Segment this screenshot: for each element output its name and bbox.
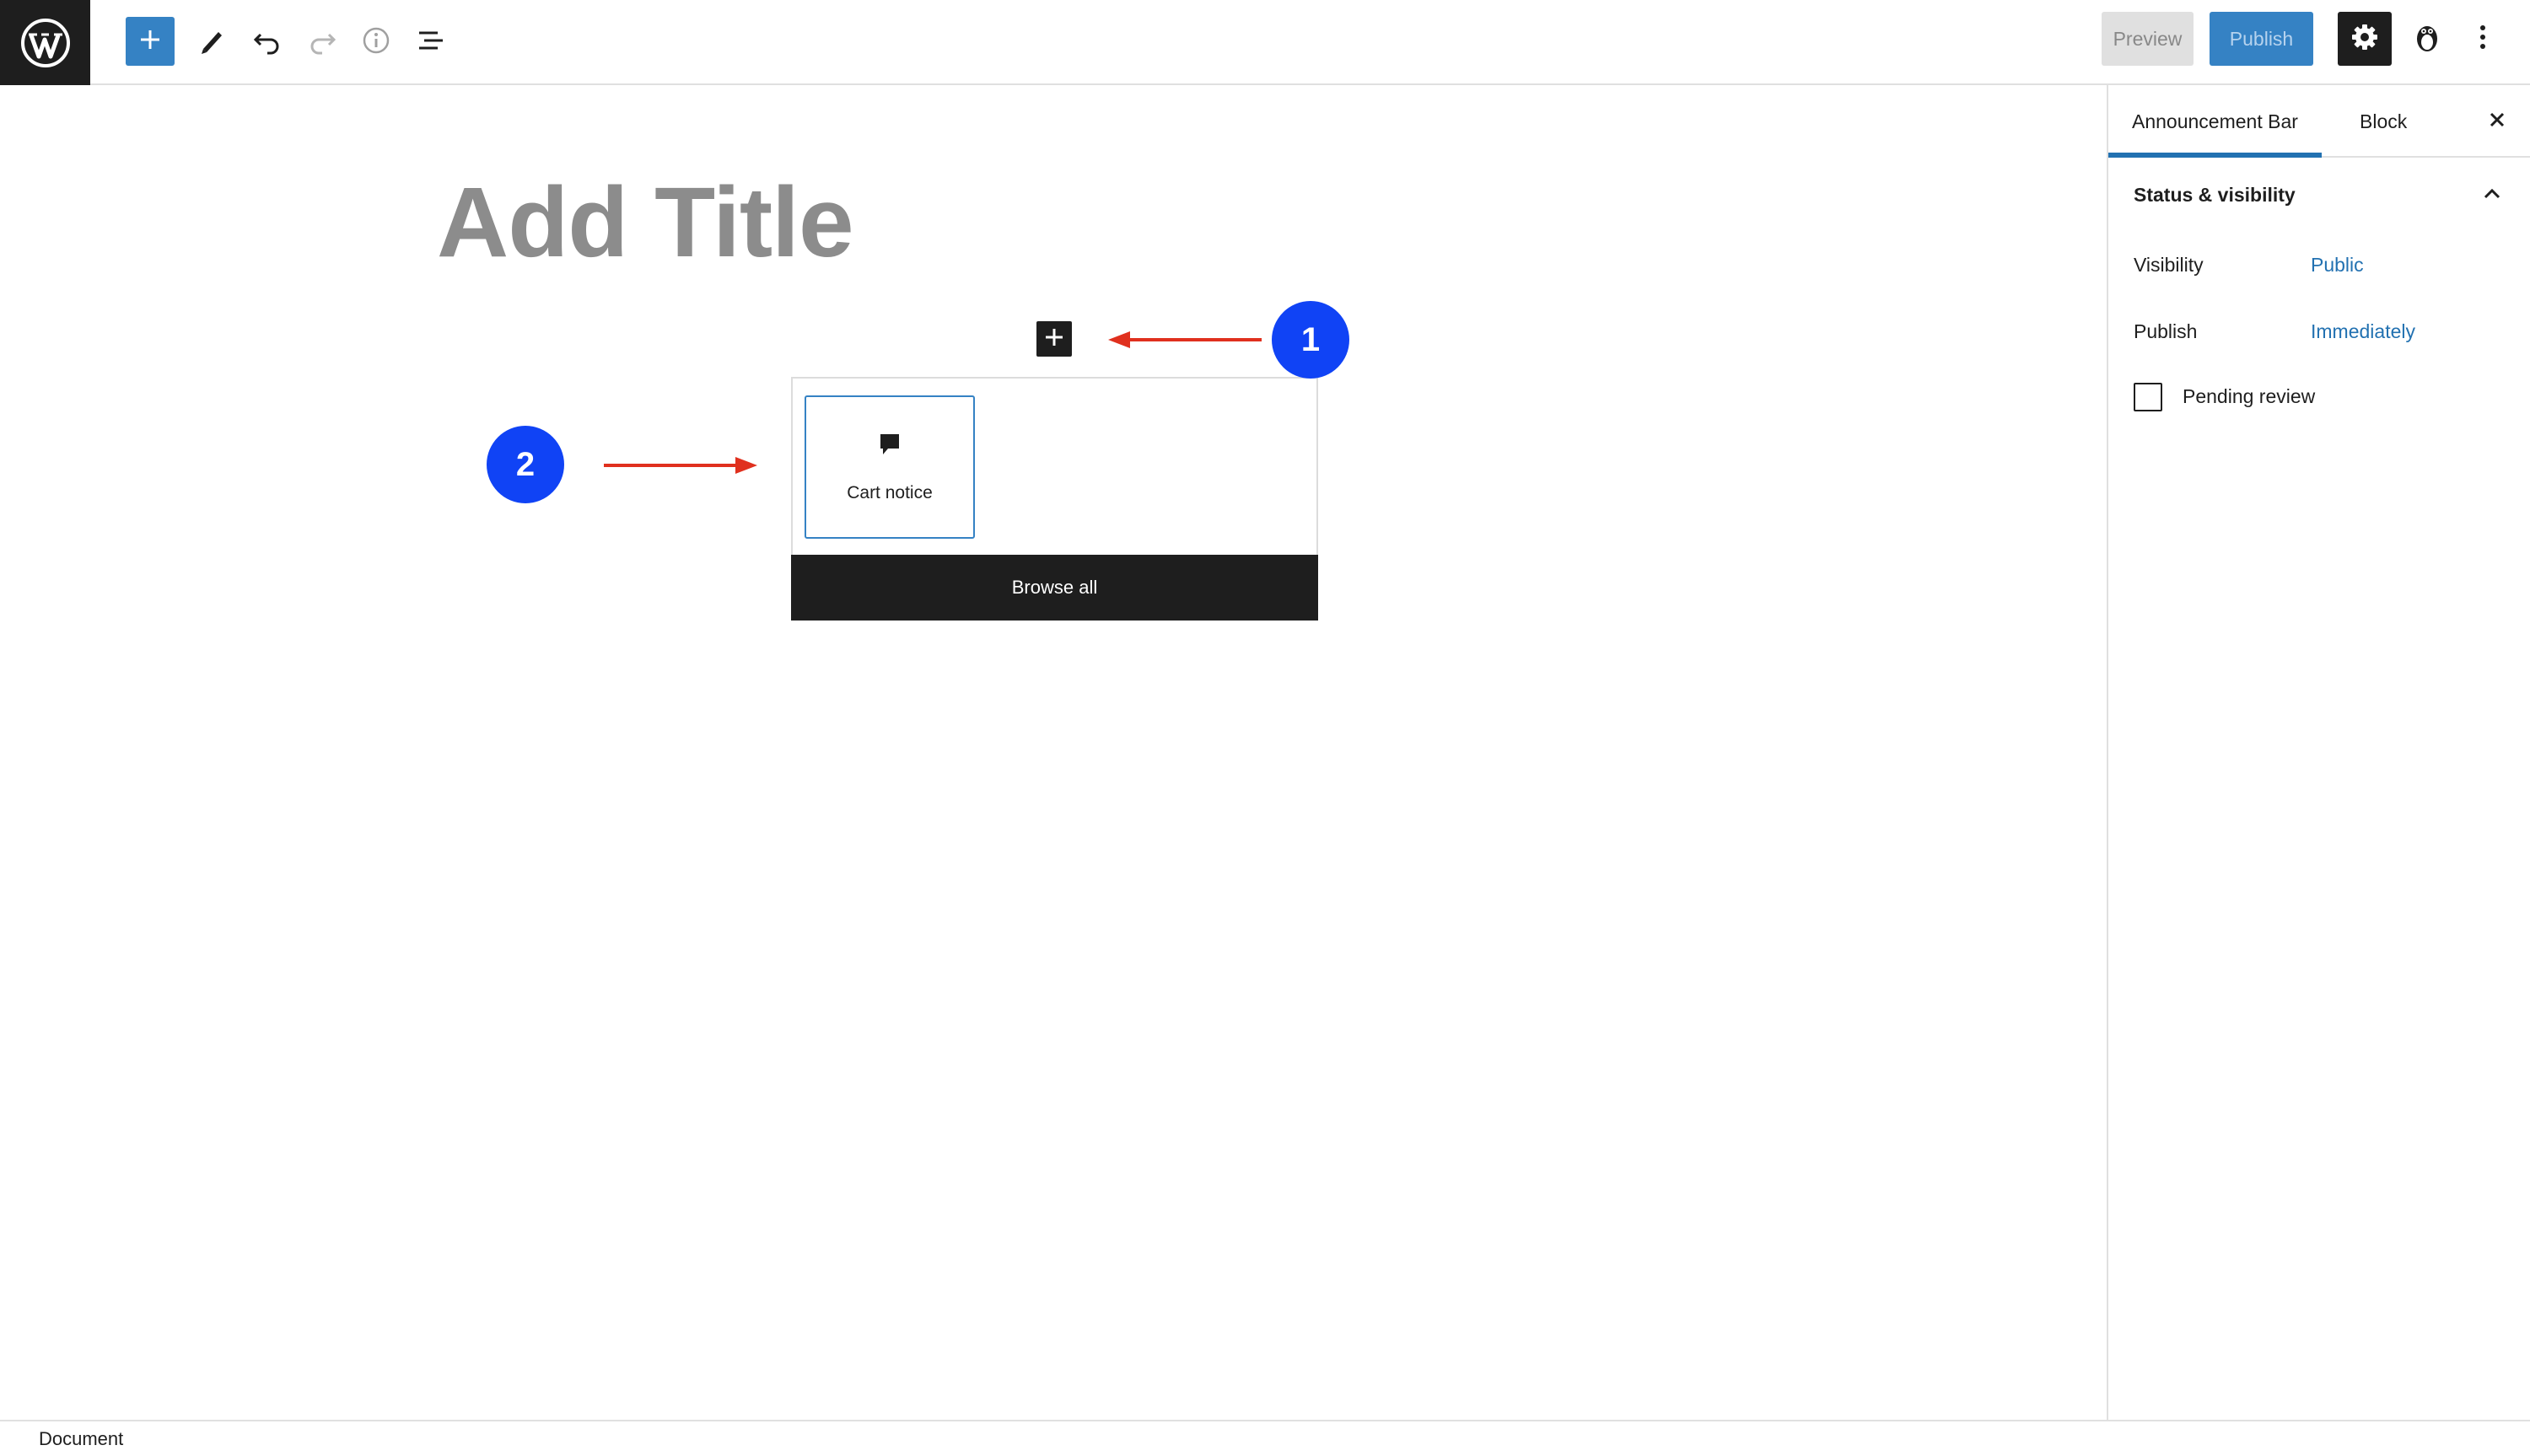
plugin-button[interactable]	[2400, 12, 2454, 66]
post-title-input[interactable]: Add Title	[437, 173, 854, 272]
undo-button[interactable]	[240, 15, 294, 69]
settings-button[interactable]	[2338, 12, 2392, 66]
penguin-plugin-icon	[2412, 20, 2442, 58]
preview-button[interactable]: Preview	[2102, 12, 2194, 66]
redo-button[interactable]	[295, 15, 349, 69]
breadcrumb-document[interactable]: Document	[39, 1428, 123, 1450]
info-icon	[361, 25, 391, 60]
list-view-button[interactable]	[404, 15, 458, 69]
plus-icon	[137, 27, 163, 56]
browse-all-button[interactable]: Browse all	[791, 555, 1318, 621]
tools-button[interactable]	[185, 15, 239, 69]
plus-icon	[1043, 326, 1065, 352]
annotation-arrow-2	[604, 457, 757, 474]
more-vertical-icon	[2479, 23, 2487, 56]
annotation-arrow-1	[1108, 331, 1262, 348]
editor-header: Preview Publish	[0, 0, 2530, 85]
visibility-label: Visibility	[2134, 254, 2204, 276]
visibility-value-button[interactable]: Public	[2311, 254, 2364, 277]
tab-block[interactable]: Block	[2336, 85, 2430, 158]
speech-bubble-icon	[878, 432, 902, 463]
pencil-icon	[196, 25, 227, 60]
block-inserter-toggle-button[interactable]	[126, 17, 175, 66]
close-icon	[2488, 110, 2506, 133]
annotation-badge-2: 2	[487, 426, 564, 503]
publish-button[interactable]: Publish	[2210, 12, 2313, 66]
details-button[interactable]	[349, 15, 403, 69]
status-visibility-panel-toggle[interactable]: Status & visibility	[2134, 178, 2505, 212]
chevron-up-icon	[2484, 188, 2500, 199]
block-option-cart-notice[interactable]: Cart notice	[805, 395, 975, 539]
close-sidebar-button[interactable]	[2473, 97, 2522, 146]
publish-label: Publish	[2134, 320, 2198, 342]
gear-icon	[2350, 23, 2379, 56]
more-options-button[interactable]	[2456, 12, 2510, 66]
add-block-button[interactable]	[1036, 321, 1072, 357]
list-view-icon	[416, 25, 446, 60]
sidebar-tabs: Announcement Bar Block	[2108, 85, 2530, 158]
pending-review-checkbox[interactable]	[2134, 383, 2162, 411]
wordpress-logo-icon[interactable]	[0, 0, 90, 85]
publish-date-button[interactable]: Immediately	[2311, 320, 2415, 343]
block-option-label: Cart notice	[847, 482, 933, 502]
quick-inserter-popover: Cart notice Browse all	[791, 377, 1318, 621]
tab-announcement-bar[interactable]: Announcement Bar	[2108, 85, 2322, 158]
pending-review-label[interactable]: Pending review	[2183, 385, 2315, 408]
redo-icon	[307, 25, 337, 60]
settings-sidebar: Announcement Bar Block Status & visibili…	[2107, 85, 2530, 1420]
annotation-badge-1: 1	[1272, 301, 1349, 379]
block-breadcrumb-bar: Document	[0, 1420, 2530, 1456]
undo-icon	[252, 25, 283, 60]
